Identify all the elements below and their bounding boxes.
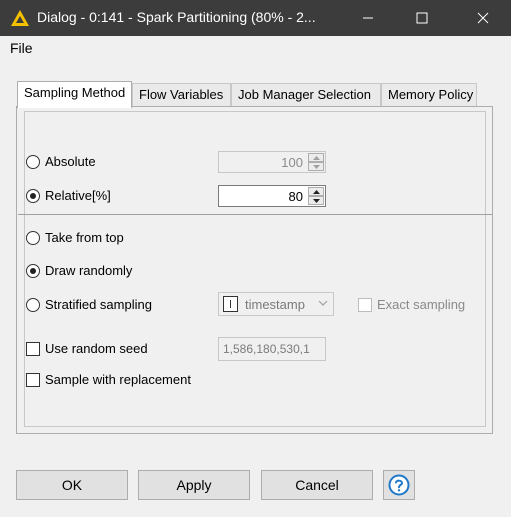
title-bar: Dialog - 0:141 - Spark Partitioning (80%… <box>0 0 511 36</box>
triangle-down-icon <box>312 198 320 203</box>
use-random-seed-box <box>26 341 40 356</box>
absolute-label: Absolute <box>45 154 96 169</box>
relative-percent-value: 80 <box>288 189 303 204</box>
ok-button[interactable]: OK <box>16 470 128 500</box>
cancel-button[interactable]: Cancel <box>261 470 373 500</box>
take-from-top-label: Take from top <box>45 230 124 245</box>
sample-with-replacement-checkbox[interactable]: Sample with replacement <box>26 372 191 387</box>
absolute-count-value: 100 <box>281 155 303 170</box>
tab-flow-variables[interactable]: Flow Variables <box>132 83 231 107</box>
minimize-button[interactable] <box>345 0 391 36</box>
relative-spin-up[interactable] <box>308 187 324 196</box>
window-title: Dialog - 0:141 - Spark Partitioning (80%… <box>37 9 316 25</box>
stratified-sampling-radio[interactable]: Stratified sampling <box>26 297 152 312</box>
draw-randomly-label: Draw randomly <box>45 263 133 278</box>
absolute-spin-down[interactable] <box>308 162 324 171</box>
relative-label: Relative[%] <box>45 188 111 203</box>
relative-radio-circle <box>26 188 40 203</box>
string-column-icon <box>223 296 238 312</box>
close-button[interactable] <box>460 0 506 36</box>
minimize-icon <box>363 17 373 19</box>
stratified-column-value: timestamp <box>245 297 305 312</box>
stratified-sampling-label: Stratified sampling <box>45 297 152 312</box>
triangle-up-icon <box>312 189 320 194</box>
apply-button[interactable]: Apply <box>138 470 250 500</box>
maximize-icon <box>416 12 428 24</box>
section-separator <box>18 214 492 215</box>
menu-bar <box>0 36 511 60</box>
tab-sampling-method[interactable]: Sampling Method <box>17 81 132 108</box>
tab-memory-policy[interactable]: Memory Policy <box>381 83 477 107</box>
triangle-up-icon <box>312 155 320 160</box>
stratified-sampling-radio-circle <box>26 297 40 312</box>
help-button[interactable] <box>383 470 415 500</box>
sample-with-replacement-box <box>26 372 40 387</box>
relative-percent-spinner[interactable]: 80 <box>218 185 326 207</box>
tab-job-manager-selection[interactable]: Job Manager Selection <box>231 83 381 107</box>
absolute-spin-buttons <box>308 153 324 171</box>
relative-radio[interactable]: Relative[%] <box>26 188 111 203</box>
close-icon <box>477 12 489 24</box>
use-random-seed-label: Use random seed <box>45 341 148 356</box>
absolute-radio-circle <box>26 154 40 169</box>
help-icon <box>388 474 410 496</box>
absolute-radio[interactable]: Absolute <box>26 154 96 169</box>
sample-with-replacement-label: Sample with replacement <box>45 372 191 387</box>
draw-randomly-radio-circle <box>26 263 40 278</box>
take-from-top-radio[interactable]: Take from top <box>26 230 124 245</box>
stratified-column-select[interactable]: timestamp <box>218 292 334 316</box>
relative-spin-down[interactable] <box>308 196 324 205</box>
exact-sampling-label: Exact sampling <box>377 297 466 312</box>
exact-sampling-checkbox[interactable]: Exact sampling <box>358 297 465 312</box>
menu-file[interactable]: File <box>10 40 33 56</box>
absolute-spin-up[interactable] <box>308 153 324 162</box>
use-random-seed-checkbox[interactable]: Use random seed <box>26 341 148 356</box>
triangle-down-icon <box>312 164 320 169</box>
absolute-count-spinner[interactable]: 100 <box>218 151 326 173</box>
random-seed-field[interactable]: 1,586,180,530,1 <box>218 337 326 361</box>
chevron-down-icon <box>318 300 328 306</box>
draw-randomly-radio[interactable]: Draw randomly <box>26 263 132 278</box>
knime-app-icon <box>11 10 29 26</box>
take-from-top-radio-circle <box>26 230 40 245</box>
maximize-button[interactable] <box>399 0 445 36</box>
exact-sampling-box <box>358 297 372 312</box>
relative-spin-buttons <box>308 187 324 205</box>
